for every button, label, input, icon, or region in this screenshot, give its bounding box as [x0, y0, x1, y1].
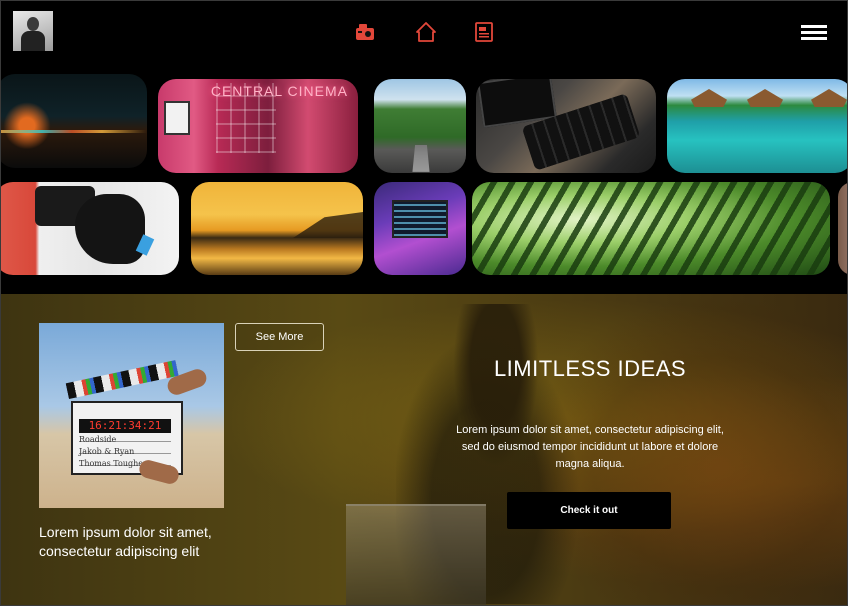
- menu-bar-bottom: [801, 37, 827, 40]
- avatar-head: [27, 17, 39, 31]
- gallery-tile-tropical-island[interactable]: [667, 79, 847, 173]
- gallery-tile-sunset-beach[interactable]: [191, 182, 363, 275]
- gallery-tile-palm-leaf[interactable]: [472, 182, 830, 275]
- island-hut: [811, 89, 847, 107]
- film-icon[interactable]: [473, 21, 495, 43]
- clapper-line-3: Thomas Tougher: [79, 459, 147, 468]
- cinema-poster: [164, 101, 190, 135]
- avatar[interactable]: [13, 11, 53, 51]
- gallery-tile-cinema[interactable]: CENTRAL CINEMA: [158, 79, 358, 173]
- gallery-tile-editing-desk[interactable]: [476, 79, 656, 173]
- home-icon[interactable]: [415, 21, 437, 43]
- film-icon-svg: [475, 22, 493, 42]
- camera-icon[interactable]: [354, 21, 376, 43]
- image-caption: Lorem ipsum dolor sit amet, consectetur …: [39, 524, 212, 559]
- gallery-tile-film-crew[interactable]: [1, 182, 179, 275]
- clapper-line-2: Jakob & Ryan: [79, 447, 135, 456]
- app-frame: CENTRAL CINEMA 16:21:34:21 Roadside Jako…: [0, 0, 848, 606]
- clapper-line-1: Roadside: [79, 435, 117, 444]
- check-it-out-button[interactable]: Check it out: [507, 492, 671, 529]
- hero-background-machine: [346, 504, 486, 605]
- gallery-tile-laptop-code[interactable]: [374, 182, 466, 275]
- laptop-screen: [392, 200, 448, 238]
- see-more-button[interactable]: See More: [235, 323, 324, 351]
- gallery-tile-forest-road[interactable]: [374, 79, 466, 173]
- gallery-tile-partial[interactable]: [838, 182, 847, 275]
- avatar-body: [21, 31, 45, 51]
- home-icon-svg: [416, 22, 436, 42]
- clapperboard-image: 16:21:34:21 Roadside Jakob & Ryan Thomas…: [39, 323, 224, 508]
- hero-title: LIMITLESS IDEAS: [493, 356, 687, 381]
- camera-icon-svg: [356, 24, 374, 40]
- menu-icon[interactable]: [801, 25, 829, 43]
- clapper-timecode: 16:21:34:21: [79, 419, 171, 433]
- gallery-tile-night-city[interactable]: [1, 74, 147, 168]
- hero-section: 16:21:34:21 Roadside Jakob & Ryan Thomas…: [1, 294, 847, 605]
- island-hut: [691, 89, 727, 107]
- top-nav: [1, 1, 847, 67]
- clapper-stripes: [65, 360, 179, 399]
- island-hut: [747, 89, 783, 107]
- crew-person: [75, 194, 145, 264]
- palm-leaf: [472, 182, 830, 275]
- cinema-sign: CENTRAL CINEMA: [210, 83, 348, 99]
- hero-body-text: Lorem ipsum dolor sit amet, consectetur …: [456, 424, 724, 470]
- menu-bar-top: [801, 25, 827, 28]
- menu-bar-middle: [801, 31, 827, 34]
